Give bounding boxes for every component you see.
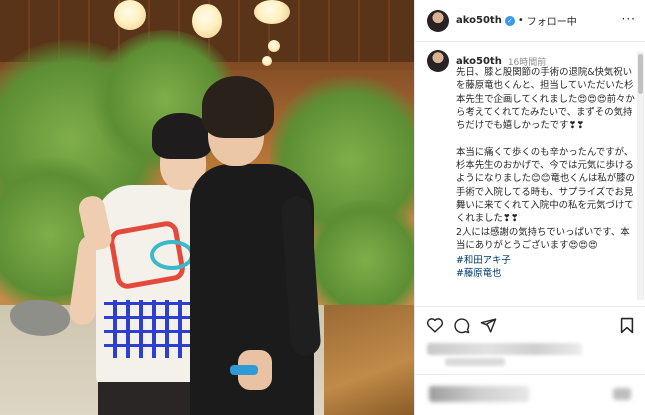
header-separator: • bbox=[517, 15, 524, 26]
scrollbar-thumb[interactable] bbox=[638, 54, 643, 94]
header-username[interactable]: ako50th bbox=[456, 15, 502, 26]
heart-icon[interactable] bbox=[426, 317, 444, 333]
avatar[interactable] bbox=[427, 50, 449, 72]
likes-count-blurred bbox=[427, 343, 582, 355]
action-bar bbox=[415, 306, 645, 340]
date-blurred bbox=[445, 358, 505, 366]
comment-input-blurred[interactable] bbox=[429, 386, 529, 402]
caption-text: 先日、膝と股関節の手術の退院&快気祝いを藤原竜也くんと、担当していただいた杉本先… bbox=[456, 67, 635, 251]
comment-input-row[interactable] bbox=[415, 374, 645, 415]
follow-status-button[interactable]: フォロー中 bbox=[527, 13, 577, 28]
lantern-lamp bbox=[192, 4, 222, 38]
lantern-lamp bbox=[114, 0, 146, 30]
wristband bbox=[230, 365, 258, 375]
lantern-lamp bbox=[268, 40, 280, 52]
wooden-rail bbox=[324, 305, 414, 415]
caption-area: ako50th 16時間前 先日、膝と股関節の手術の退院&快気祝いを藤原竜也くん… bbox=[427, 50, 637, 306]
post-header: ako50th ✓ • フォロー中 ··· bbox=[415, 0, 645, 42]
person-left-pants bbox=[98, 382, 202, 415]
share-icon[interactable] bbox=[480, 317, 497, 334]
bookmark-icon[interactable] bbox=[620, 317, 634, 334]
post-photo[interactable] bbox=[0, 0, 414, 415]
shirt-print bbox=[150, 240, 194, 270]
post-side-panel: ako50th ✓ • フォロー中 ··· ako50th 16時間前 先日、膝… bbox=[414, 0, 645, 415]
hashtag-link[interactable]: #和田アキ子 bbox=[456, 254, 637, 267]
hashtag-list: #和田アキ子 #藤原竜也 bbox=[456, 254, 637, 281]
more-horizontal-icon[interactable]: ··· bbox=[622, 12, 636, 26]
shirt-print bbox=[104, 300, 192, 358]
avatar[interactable] bbox=[427, 9, 449, 32]
caption-scrollbar[interactable] bbox=[637, 52, 644, 300]
post-button-blurred[interactable] bbox=[613, 388, 631, 400]
lantern-lamp bbox=[262, 56, 272, 66]
person-right-hair bbox=[202, 76, 274, 138]
caption-username[interactable]: ako50th bbox=[456, 56, 502, 67]
hashtag-link[interactable]: #藤原竜也 bbox=[456, 267, 637, 280]
verified-badge-icon: ✓ bbox=[504, 15, 515, 26]
comment-icon[interactable] bbox=[453, 317, 470, 334]
lantern-lamp bbox=[254, 0, 290, 24]
